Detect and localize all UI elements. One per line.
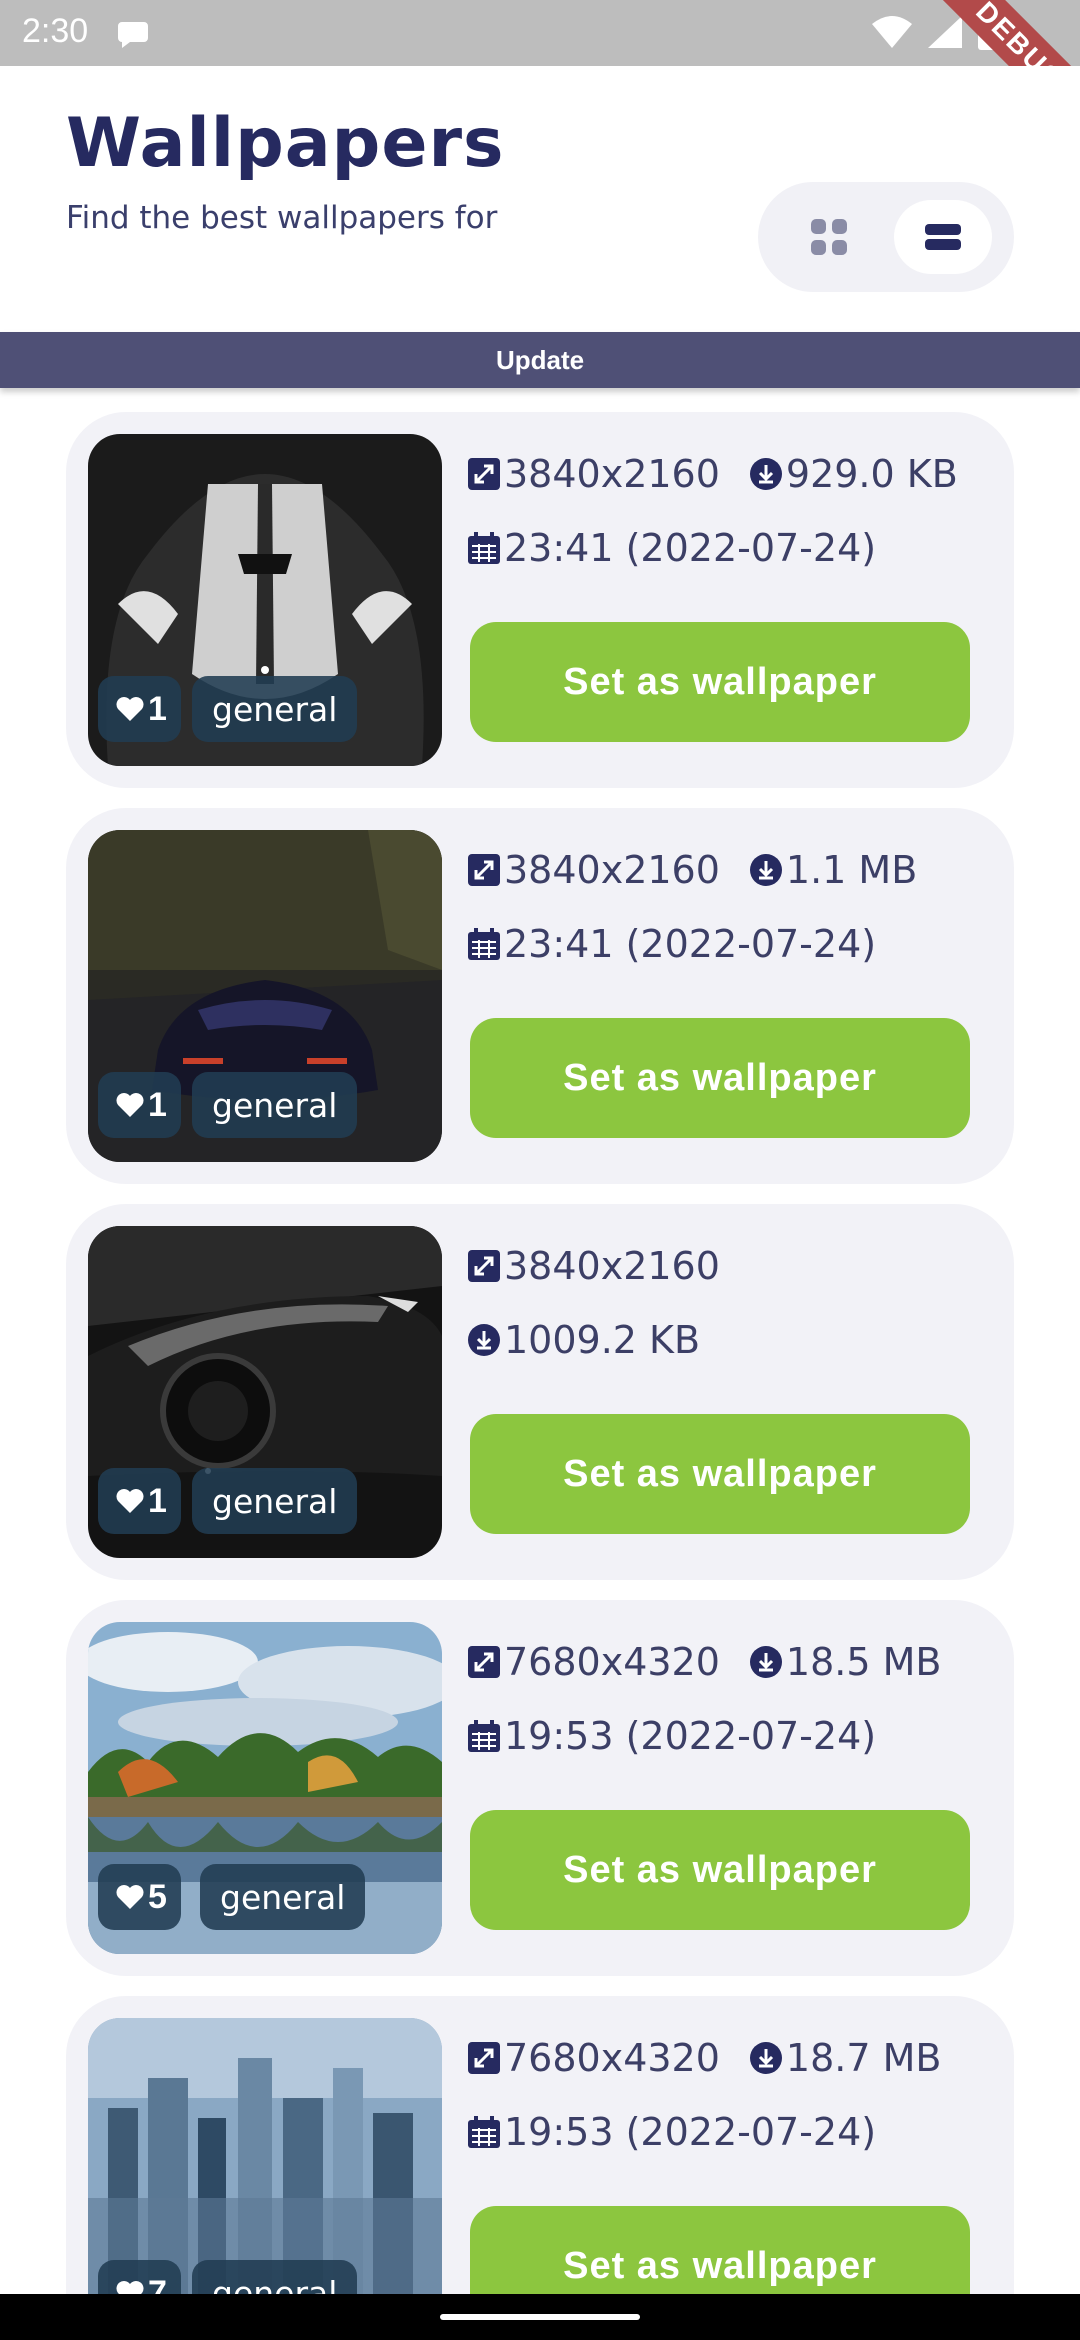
list-view-button[interactable] <box>894 200 992 274</box>
date-info: 23:41 (2022-07-24) <box>468 922 906 966</box>
resolution-info: 7680x4320 <box>468 2036 720 2080</box>
size-info: 18.7 MB <box>749 2036 942 2080</box>
resolution-info: 3840x2160 <box>468 1244 720 1288</box>
set-wallpaper-button[interactable]: Set as wallpaper <box>470 1414 970 1534</box>
heart-icon <box>116 1093 144 1117</box>
likes-badge: 1 <box>98 676 181 742</box>
category-tag: general <box>192 676 358 742</box>
set-wallpaper-button[interactable]: Set as wallpaper <box>470 622 970 742</box>
set-wallpaper-button[interactable]: Set as wallpaper <box>470 2206 970 2294</box>
size-info: 1.1 MB <box>749 848 918 892</box>
calendar-icon <box>468 532 500 564</box>
wallpaper-thumbnail[interactable]: 1 general <box>88 1226 442 1558</box>
category-tag: general <box>192 1468 358 1534</box>
download-icon <box>749 1646 782 1678</box>
download-icon <box>749 2042 782 2074</box>
list-icon <box>925 224 961 250</box>
resolution-info: 3840x2160 <box>468 452 720 496</box>
wallpaper-card: 5 general 7680x4320 18.5 MB 19:53 (2022-… <box>66 1600 1014 1976</box>
expand-icon <box>468 854 500 886</box>
expand-icon <box>468 1250 500 1282</box>
expand-icon <box>468 2042 500 2074</box>
system-navigation-bar <box>0 2294 1080 2340</box>
size-info: 1009.2 KB <box>468 1318 730 1362</box>
download-icon <box>749 458 782 490</box>
date-info: 23:41 (2022-07-24) <box>468 526 906 570</box>
wallpaper-meta: 7680x4320 18.7 MB <box>468 2036 971 2080</box>
size-text: 1.1 MB <box>785 848 918 892</box>
home-gesture-handle[interactable] <box>440 2314 640 2320</box>
likes-count: 5 <box>148 1877 167 1916</box>
date-text: 19:53 (2022-07-24) <box>504 1714 877 1758</box>
grid-view-button[interactable] <box>780 200 878 274</box>
size-text: 1009.2 KB <box>504 1318 701 1362</box>
resolution-info: 3840x2160 <box>468 848 720 892</box>
wallpaper-meta: 3840x2160 929.0 KB <box>468 452 988 496</box>
likes-count: 1 <box>148 1085 167 1124</box>
resolution-text: 3840x2160 <box>504 1244 720 1288</box>
heart-icon <box>116 697 144 721</box>
likes-count: 7 <box>148 2273 167 2295</box>
size-text: 929.0 KB <box>785 452 958 496</box>
date-text: 19:53 (2022-07-24) <box>504 2110 877 2154</box>
set-wallpaper-button[interactable]: Set as wallpaper <box>470 1810 970 1930</box>
size-info: 18.5 MB <box>749 1640 942 1684</box>
grid-icon <box>811 219 847 255</box>
set-wallpaper-button[interactable]: Set as wallpaper <box>470 1018 970 1138</box>
calendar-icon <box>468 1720 500 1752</box>
wallpaper-thumbnail[interactable]: 1 general <box>88 830 442 1162</box>
expand-icon <box>468 1646 500 1678</box>
download-icon <box>749 854 782 886</box>
heart-icon <box>116 1489 144 1513</box>
view-mode-toggle <box>758 182 1014 292</box>
page-subtitle: Find the best wallpapers for <box>66 200 498 236</box>
resolution-text: 3840x2160 <box>504 848 720 892</box>
likes-count: 1 <box>148 689 167 728</box>
page-title: Wallpapers <box>66 104 505 183</box>
heart-icon <box>116 1885 144 1909</box>
wallpaper-meta: 3840x2160 1.1 MB <box>468 848 947 892</box>
likes-badge: 1 <box>98 1468 181 1534</box>
wifi-icon <box>872 16 912 48</box>
date-info: 19:53 (2022-07-24) <box>468 1714 906 1758</box>
wallpaper-meta: 7680x4320 18.5 MB <box>468 1640 971 1684</box>
wallpaper-card: 1 general 3840x2160 1.1 MB 23:41 (2022-0… <box>66 808 1014 1184</box>
wallpaper-meta: 3840x2160 <box>468 1244 750 1288</box>
expand-icon <box>468 458 500 490</box>
size-text: 18.5 MB <box>785 1640 942 1684</box>
size-text: 18.7 MB <box>785 2036 942 2080</box>
date-text: 23:41 (2022-07-24) <box>504 922 877 966</box>
resolution-text: 7680x4320 <box>504 1640 720 1684</box>
wallpaper-list[interactable]: 1 general 3840x2160 929.0 KB 23:41 (2022… <box>0 388 1080 2294</box>
wallpaper-thumbnail[interactable]: 7 general <box>88 2018 442 2294</box>
wallpaper-thumbnail[interactable]: 1 general <box>88 434 442 766</box>
wallpaper-card: 1 general 3840x2160 929.0 KB 23:41 (2022… <box>66 412 1014 788</box>
wallpaper-thumbnail[interactable]: 5 general <box>88 1622 442 1954</box>
download-icon <box>468 1324 500 1356</box>
resolution-info: 7680x4320 <box>468 1640 720 1684</box>
calendar-icon <box>468 928 500 960</box>
resolution-text: 3840x2160 <box>504 452 720 496</box>
category-tag: general <box>192 2260 358 2294</box>
category-tag: general <box>192 1072 358 1138</box>
date-text: 23:41 (2022-07-24) <box>504 526 877 570</box>
status-bar: 2:30 DEBUG <box>0 0 1080 154</box>
signal-icon <box>928 16 962 48</box>
likes-count: 1 <box>148 1481 167 1520</box>
size-info: 929.0 KB <box>749 452 958 496</box>
wallpaper-card: 1 general 3840x2160 1009.2 KB Set as wal… <box>66 1204 1014 1580</box>
likes-badge: 5 <box>98 1864 181 1930</box>
wallpaper-card: 7 general 7680x4320 18.7 MB 19:53 (2022-… <box>66 1996 1014 2294</box>
status-time: 2:30 <box>22 12 89 50</box>
update-button[interactable]: Update <box>0 332 1080 388</box>
category-tag: general <box>200 1864 366 1930</box>
resolution-text: 7680x4320 <box>504 2036 720 2080</box>
date-info: 19:53 (2022-07-24) <box>468 2110 906 2154</box>
heart-icon <box>116 2281 144 2294</box>
calendar-icon <box>468 2116 500 2148</box>
likes-badge: 7 <box>98 2260 181 2294</box>
likes-badge: 1 <box>98 1072 181 1138</box>
notification-icon <box>118 22 148 48</box>
